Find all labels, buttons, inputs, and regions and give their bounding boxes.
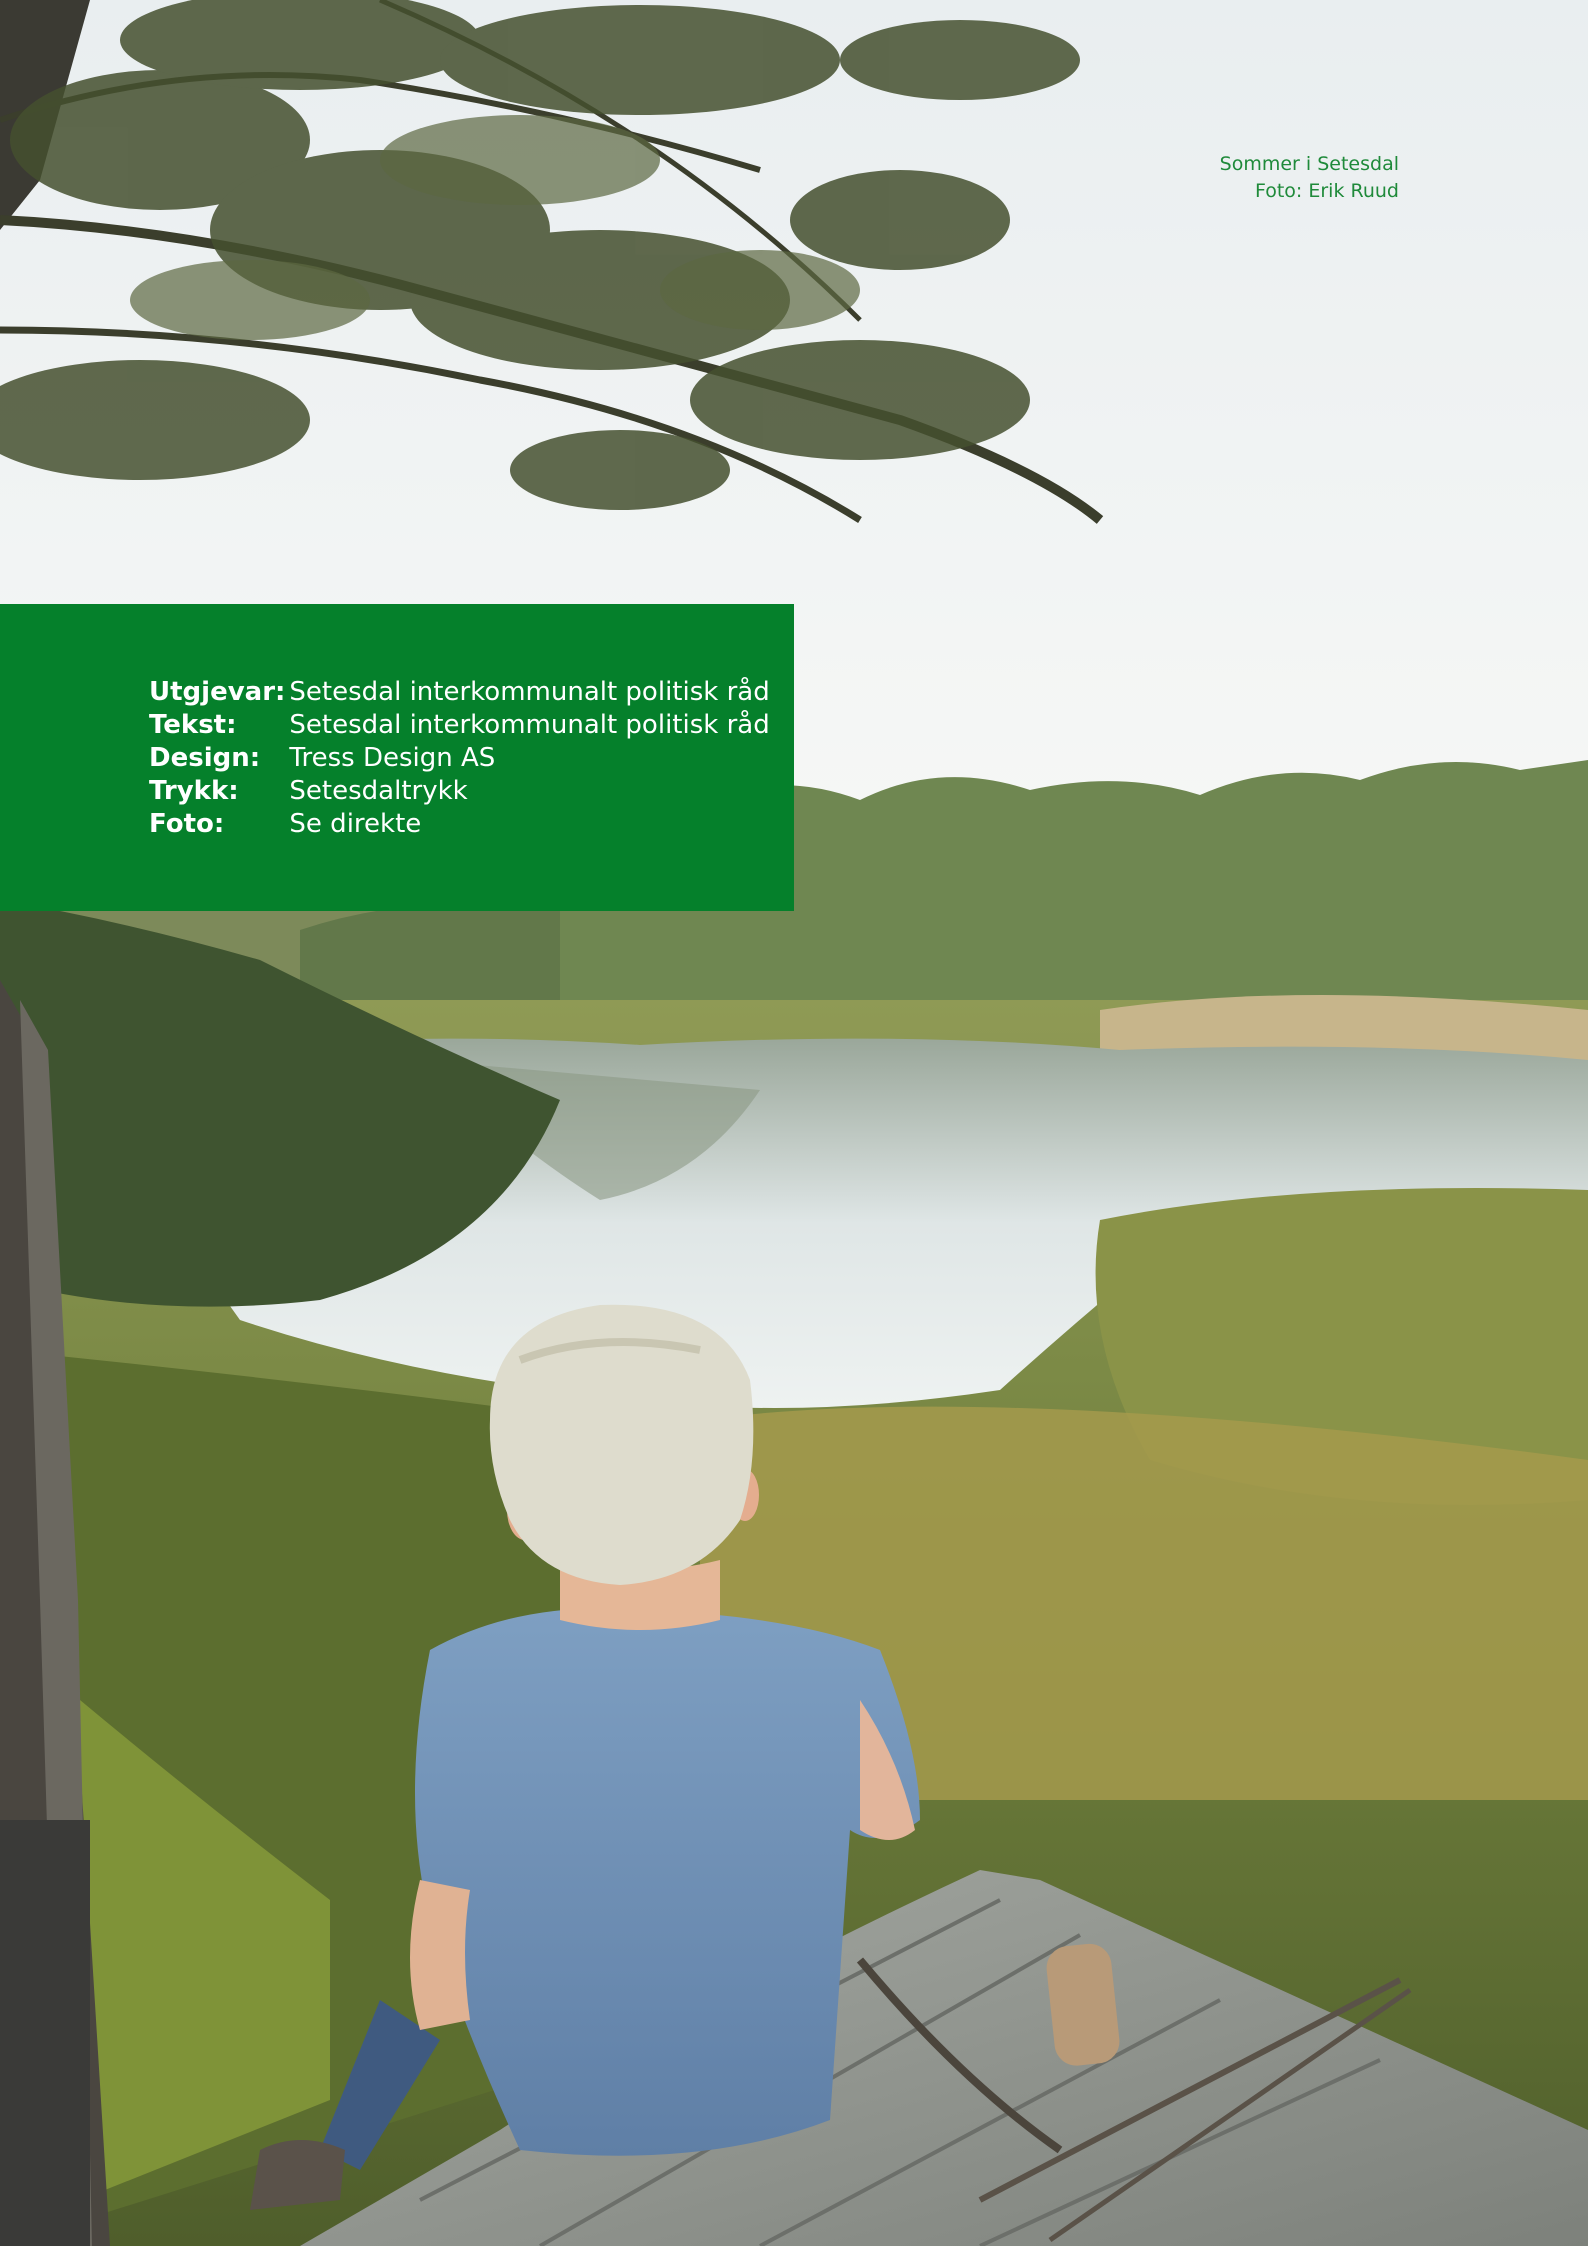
caption-title: Sommer i Setesdal	[1219, 153, 1399, 175]
credits-value: Setesdal interkommunalt politisk råd	[289, 677, 770, 707]
credits-label: Utgjevar:	[149, 677, 286, 707]
credits-value: Se direkte	[289, 809, 422, 839]
background-photo	[0, 0, 1588, 2246]
credits-row-publisher: Utgjevar: Setesdal interkommunalt politi…	[149, 676, 770, 709]
credits-label: Trykk:	[149, 776, 239, 806]
credits-row-design: Design: Tress Design AS	[149, 742, 770, 775]
credits-row-text: Tekst: Setesdal interkommunalt politisk …	[149, 709, 770, 742]
credits-label: Design:	[149, 743, 261, 773]
credits-table: Utgjevar: Setesdal interkommunalt politi…	[149, 676, 770, 841]
credits-value: Setesdaltrykk	[289, 776, 468, 806]
credits-value: Setesdal interkommunalt politisk råd	[289, 710, 770, 740]
credits-panel: Utgjevar: Setesdal interkommunalt politi…	[0, 604, 794, 911]
credits-row-print: Trykk: Setesdaltrykk	[149, 775, 770, 808]
credits-label: Tekst:	[149, 710, 237, 740]
credits-row-photo: Foto: Se direkte	[149, 808, 770, 841]
photo-caption: Sommer i Setesdal Foto: Erik Ruud	[1220, 151, 1399, 205]
caption-photographer: Foto: Erik Ruud	[1254, 180, 1399, 202]
credits-label: Foto:	[149, 809, 225, 839]
credits-value: Tress Design AS	[289, 743, 496, 773]
